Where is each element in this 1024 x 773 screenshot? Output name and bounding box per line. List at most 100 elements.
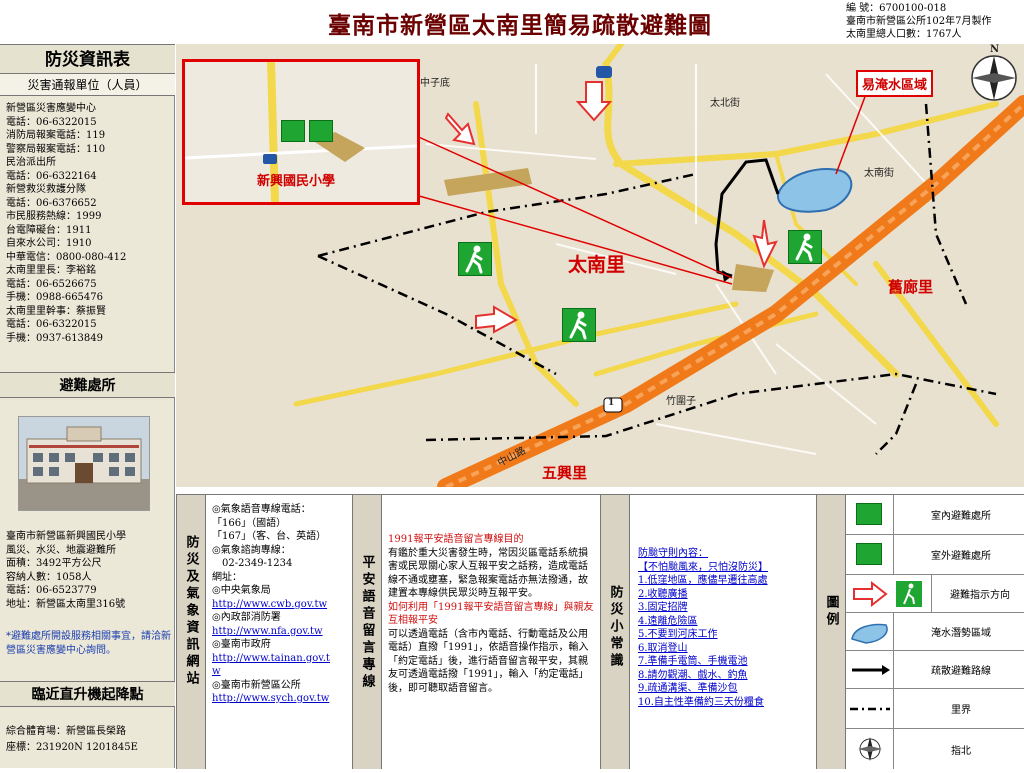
road-label: 太北街 — [710, 98, 740, 109]
weather-site-link[interactable]: 手機：0988-665476 — [6, 291, 171, 305]
weather-site-link[interactable]: 太南里里長：李裕銘 — [6, 264, 171, 278]
weather-site-link[interactable]: 市民服務熱線：1999 — [6, 210, 171, 224]
weather-info-line: ◎臺南市政府 — [212, 639, 271, 650]
legend-label: 避難指示方向 — [950, 590, 1010, 601]
tips-title: 防災小常識 — [600, 495, 630, 769]
legend-item: 淹水潛勢區域 — [846, 613, 1024, 651]
weather-site-link[interactable]: 消防局報案電話：119 — [6, 129, 171, 143]
neighbor-east-label: 舊廊里 — [888, 278, 934, 296]
contact-header: 災害通報單位（人員） — [0, 74, 175, 96]
weather-site-link[interactable]: 中華電信：0800-080-412 — [6, 251, 171, 265]
weather-site-link[interactable]: 警察局報案電話：110 — [6, 143, 171, 157]
weather-site-link[interactable]: 8.請勿觀潮、戲水、釣魚 — [638, 669, 816, 683]
weather-site-link[interactable]: w — [212, 665, 346, 679]
heli-header: 臨近直升機起降點 — [0, 681, 175, 707]
weather-site-link[interactable]: 面積：3492平方公尺 — [6, 557, 171, 571]
weather-site-link[interactable]: 地址：新營區太南里316號 — [6, 598, 171, 612]
weather-site-link[interactable]: 電話：06-6526675 — [6, 278, 171, 292]
shelter-info: 臺南市新營區新興國民小學 風災、水災、地震避難所 面積：3492平方公尺 容納人數：1… — [6, 530, 171, 611]
meta-line: 臺南市新營區公所102年7月製作 — [846, 16, 992, 27]
outdoor-shelter-icon — [281, 120, 305, 142]
weather-site-link[interactable]: 防颱守則內容： — [638, 547, 816, 561]
weather-site-link[interactable]: 電話：06-6322015 — [6, 318, 171, 332]
weather-info-line: 「167」（客、台、英語） — [212, 531, 327, 542]
weather-site-link[interactable]: 9.疏通溝渠、準備沙包 — [638, 682, 816, 696]
safe-call-question: 如何利用「1991報平安語音留言專線」與親友互相報平安 — [388, 601, 594, 627]
weather-site-link[interactable]: 風災、水災、地震避難所 — [6, 544, 171, 558]
weather-site-link[interactable]: 新營救災救護分隊 — [6, 183, 171, 197]
north-label: N — [990, 44, 1000, 55]
indoor-shelter-icon — [309, 120, 333, 142]
safe-call-text: 1991報平安語音留言專線目的 有鑑於重大災害發生時，常因災區電話系統損害或民眾… — [388, 533, 594, 695]
weather-site-link[interactable]: 4.遠離危險區 — [638, 615, 816, 629]
page-title: 臺南市新營區太南里簡易疏散避難圖 — [328, 12, 712, 39]
legend-label: 指北 — [951, 745, 971, 757]
legend-item: 室外避難處所 — [846, 535, 1024, 575]
weather-site-link[interactable]: 太南里里幹事：蔡振賢 — [6, 305, 171, 319]
weather-info-line: ◎氣象語音專線電話： — [212, 504, 311, 515]
evacuation-direction-icon — [458, 242, 492, 276]
safe-call-paragraph: 可以透過電話（含市內電話、行動電話及公用電話）直撥「1991」，依語音操作指示，… — [388, 628, 589, 694]
weather-site-link[interactable]: 1.低窪地區，應儘早遷往高處 — [638, 574, 816, 588]
evacuation-direction-icon — [788, 230, 822, 264]
evacuation-direction-icon — [562, 308, 596, 342]
weather-info-line: 網址： — [212, 571, 242, 583]
boundary-line-icon — [850, 707, 890, 711]
heli-info: 綜合體育場：新營區長榮路 座標：231920N 1201845E — [6, 724, 171, 756]
weather-info-line: 「166」（國語） — [212, 517, 287, 529]
weather-info-line: ◎氣象諮詢專線： — [212, 544, 291, 556]
meta-line: 編 號：6700100-018 — [846, 3, 947, 14]
weather-site-link[interactable]: http://www.sych.gov.tw — [212, 692, 346, 706]
shelter-photo — [18, 416, 150, 511]
weather-site-link[interactable]: 7.準備手電筒、手機電池 — [638, 655, 816, 669]
weather-site-link[interactable]: 電話：06-6376652 — [6, 197, 171, 211]
weather-site-link[interactable]: 2.收聽廣播 — [638, 588, 816, 602]
weather-site-link[interactable]: 電話：06-6322015 — [6, 116, 171, 130]
legend-label: 疏散避難路線 — [931, 666, 991, 677]
route-arrow-icon — [852, 665, 890, 675]
weather-site-link[interactable]: 【不怕颱風來，只怕沒防災】 — [638, 561, 816, 575]
legend-item: 疏散避難路線 — [846, 651, 1024, 689]
weather-site-link[interactable]: 5.不要到河床工作 — [638, 628, 816, 642]
route-badge-label: 1 — [608, 398, 615, 408]
weather-site-link[interactable]: http://www.nfa.gov.tw — [212, 625, 346, 639]
weather-site-link[interactable]: http://www.cwb.gov.tw — [212, 598, 346, 612]
flood-zone-label: 易淹水區域 — [856, 70, 934, 97]
legend-label: 淹水潛勢區域 — [931, 628, 991, 639]
weather-site-link[interactable]: 民治派出所 — [6, 156, 171, 170]
neighbor-south-label: 五興里 — [542, 464, 588, 482]
outdoor-shelter-icon — [856, 543, 882, 565]
panel-title: 防災資訊表 — [0, 44, 175, 74]
meta-line: 太南里總人口數：1767人 — [846, 29, 962, 40]
weather-site-link[interactable]: 台電障礙台：1911 — [6, 224, 171, 238]
disaster-info-panel: 防災資訊表 災害通報單位（人員） 新營區災害應變中心 電話：06-6322015 消… — [0, 44, 175, 768]
weather-site-link[interactable]: 新營區災害應變中心 — [6, 102, 171, 116]
safe-call-heading: 1991報平安語音留言專線目的 — [388, 534, 524, 545]
weather-site-link[interactable]: http://www.tainan.gov.t — [212, 652, 346, 666]
safe-call-paragraph: 有鑑於重大災害發生時，常因災區電話系統損害或民眾關心家人互報平安之話務，造成電話… — [388, 547, 588, 600]
road-label: 中子底 — [420, 78, 450, 89]
weather-info-line: ◎臺南市新營區公所 — [212, 679, 301, 691]
weather-site-link[interactable]: 6.取消登山 — [638, 642, 816, 656]
legend-item: 室內避難處所 — [846, 495, 1024, 535]
weather-site-link[interactable]: 臺南市新營區新興國民小學 — [6, 530, 171, 544]
road-label: 太南街 — [864, 168, 894, 179]
shelter-header: 避難處所 — [0, 372, 175, 398]
weather-info-line: 02-2349-1234 — [212, 558, 293, 569]
weather-site-link[interactable]: 容納人數：1058人 — [6, 571, 171, 585]
flood-zone-icon — [851, 623, 888, 644]
weather-info-list: ◎氣象語音專線電話： 「166」（國語） 「167」（客、台、英語） ◎氣象諮詢專線：… — [212, 503, 346, 706]
legend: 室內避難處所 室外避難處所 避難指示方向 淹水潛勢區域 疏散避難路線 里界 指北 — [846, 495, 1024, 769]
weather-site-link[interactable]: 手機：0937-613849 — [6, 332, 171, 346]
weather-info-title: 防災及氣象資訊網站 — [176, 495, 206, 769]
weather-site-link[interactable]: 10.自主性準備約三天份糧食 — [638, 696, 816, 710]
legend-label: 室外避難處所 — [931, 551, 991, 562]
contact-list: 新營區災害應變中心 電話：06-6322015 消防局報案電話：119 警察局報案電話… — [6, 102, 171, 345]
weather-info-line: ◎內政部消防署 — [212, 612, 281, 623]
weather-site-link[interactable]: 電話：06-6523779 — [6, 584, 171, 598]
title-bar: 臺南市新營區太南里簡易疏散避難圖 編 號：6700100-018 臺南市新營區公… — [0, 0, 1024, 44]
indoor-shelter-icon — [856, 503, 882, 525]
weather-site-link[interactable]: 自來水公司：1910 — [6, 237, 171, 251]
weather-site-link[interactable]: 電話：06-6322164 — [6, 170, 171, 184]
weather-site-link[interactable]: 3.固定招牌 — [638, 601, 816, 615]
